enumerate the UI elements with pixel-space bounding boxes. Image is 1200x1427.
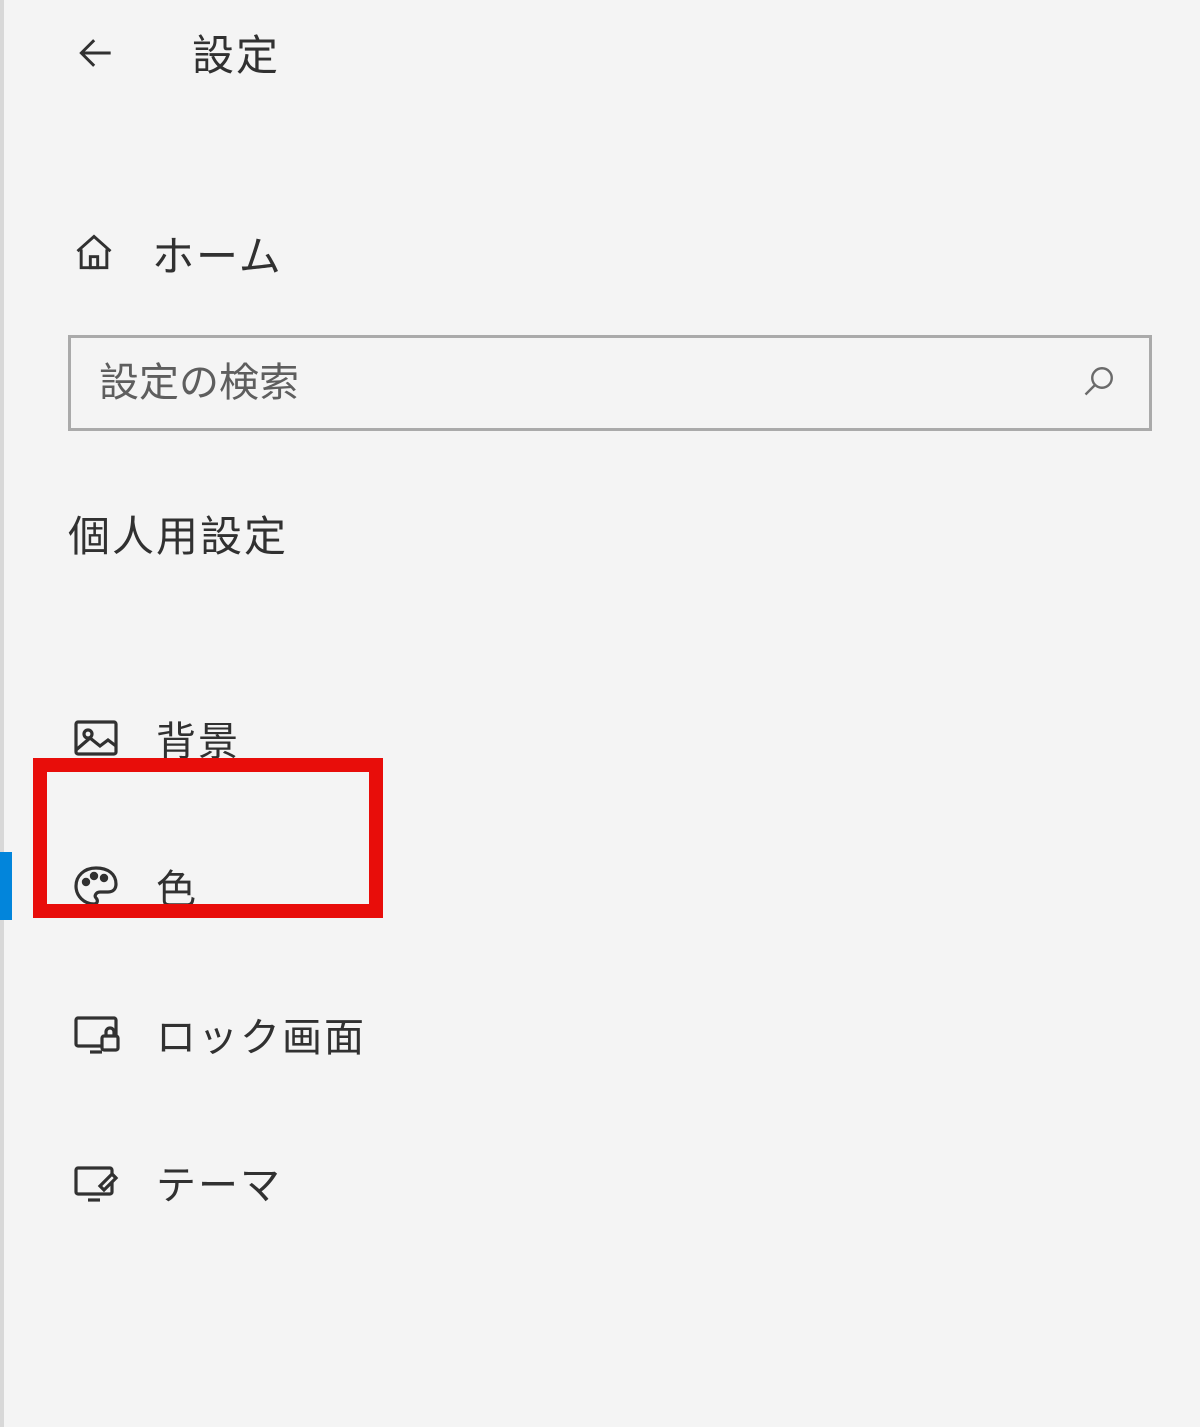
- search-icon: [1081, 363, 1121, 403]
- nav-home-label: ホーム: [152, 223, 283, 284]
- home-icon: [72, 231, 116, 275]
- sidebar-item-background[interactable]: 背景: [20, 664, 1200, 812]
- sidebar-item-label: テーマ: [156, 1153, 282, 1211]
- sidebar-item-lockscreen[interactable]: ロック画面: [20, 960, 1200, 1108]
- sidebar-item-label: 背景: [156, 709, 240, 767]
- category-title: 個人用設定: [20, 503, 1200, 564]
- page-title: 設定: [192, 22, 280, 83]
- nav-home[interactable]: ホーム: [20, 203, 1200, 303]
- search-box[interactable]: [68, 335, 1152, 431]
- search-input[interactable]: [99, 361, 1081, 406]
- sidebar-item-theme[interactable]: テーマ: [20, 1108, 1200, 1256]
- theme-icon: [72, 1158, 120, 1206]
- sidebar-item-label: ロック画面: [156, 1005, 366, 1063]
- picture-icon: [72, 714, 120, 762]
- sidebar-item-label: 色: [156, 857, 198, 915]
- palette-icon: [72, 862, 120, 910]
- sidebar-item-color[interactable]: 色: [20, 812, 1200, 960]
- lockscreen-icon: [72, 1010, 120, 1058]
- back-button[interactable]: [72, 29, 120, 77]
